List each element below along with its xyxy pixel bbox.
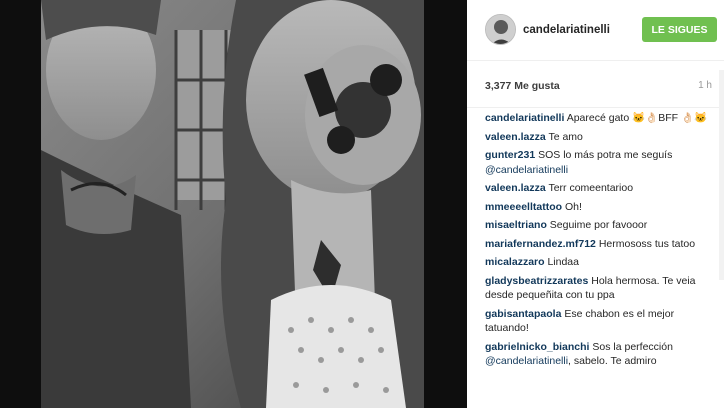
comment-user[interactable]: gabisantapaola <box>485 308 561 320</box>
avatar[interactable] <box>485 14 516 45</box>
comment-item: gabrielnicko_bianchi Sos la perfección @… <box>485 340 711 369</box>
comments-list: candelariatinelli Aparecé gato 🐱👌🏻BFF 👌🏻… <box>485 111 711 373</box>
comments-scrollbar[interactable] <box>719 70 724 280</box>
post-header: candelariatinelli LE SIGUES <box>467 0 724 61</box>
comment-item: gabisantapaola Ese chabon es el mejor ta… <box>485 307 711 336</box>
comment-item: micalazzaro Lindaa <box>485 255 711 270</box>
comment-mention[interactable]: @candelariatinelli <box>485 164 568 176</box>
photo-backdrop <box>0 0 467 408</box>
comment-text: Oh! <box>564 200 582 213</box>
comment-user[interactable]: gabrielnicko_bianchi <box>485 341 589 353</box>
comment-item: valeen.lazza Te amo <box>485 130 711 145</box>
likes-row: 3,377 Me gusta 1 h <box>467 61 724 108</box>
comment-user[interactable]: misaeltriano <box>485 219 547 231</box>
comment-user[interactable]: gunter231 <box>485 149 535 161</box>
post-username[interactable]: candelariatinelli <box>523 24 610 36</box>
comment-item: gladysbeatrizzarates Hola hermosa. Te ve… <box>485 274 711 303</box>
comment-user[interactable]: micalazzaro <box>485 256 545 268</box>
comment-item: valeen.lazza Terr comeentarioo <box>485 181 711 196</box>
post-details-panel: candelariatinelli LE SIGUES 3,377 Me gus… <box>467 0 724 408</box>
avatar-image <box>486 15 515 44</box>
comment-item: candelariatinelli Aparecé gato 🐱👌🏻BFF 👌🏻… <box>485 111 711 126</box>
comment-user[interactable]: gladysbeatrizzarates <box>485 275 588 287</box>
comment-text-tail: , sabelo. Te admiro <box>568 355 657 367</box>
comment-mention[interactable]: @candelariatinelli <box>485 355 568 367</box>
comment-user[interactable]: valeen.lazza <box>485 131 546 143</box>
comment-text: Te amo <box>548 130 583 143</box>
comment-text: Aparecé gato 🐱👌🏻BFF 👌🏻🐱 <box>566 112 708 124</box>
comment-item: mariafernandez.mf712 Hermososs tus tatoo <box>485 237 711 252</box>
comment-item: gunter231 SOS lo más potra me seguís @ca… <box>485 148 711 177</box>
comment-user[interactable]: mmeeeelltattoo <box>485 201 562 213</box>
comment-text: Hermososs tus tatoo <box>598 237 696 250</box>
follow-button[interactable]: LE SIGUES <box>642 17 717 42</box>
post-photo-image <box>41 0 424 408</box>
post-photo[interactable] <box>41 0 424 408</box>
comment-text: Lindaa <box>547 256 579 268</box>
comment-user[interactable]: mariafernandez.mf712 <box>485 238 596 250</box>
comment-text: Terr comeentarioo <box>548 182 634 194</box>
comment-item: mmeeeelltattoo Oh! <box>485 200 711 215</box>
comment-user[interactable]: valeen.lazza <box>485 182 546 194</box>
comment-text: Seguime por favooor <box>549 219 648 231</box>
comment-user[interactable]: candelariatinelli <box>485 112 564 124</box>
comment-item: misaeltriano Seguime por favooor <box>485 218 711 233</box>
comment-text: Sos la perfección <box>592 340 673 353</box>
post-time: 1 h <box>698 80 712 91</box>
likes-count[interactable]: 3,377 Me gusta <box>485 80 560 92</box>
comment-text: SOS lo más potra me seguís <box>538 149 673 161</box>
